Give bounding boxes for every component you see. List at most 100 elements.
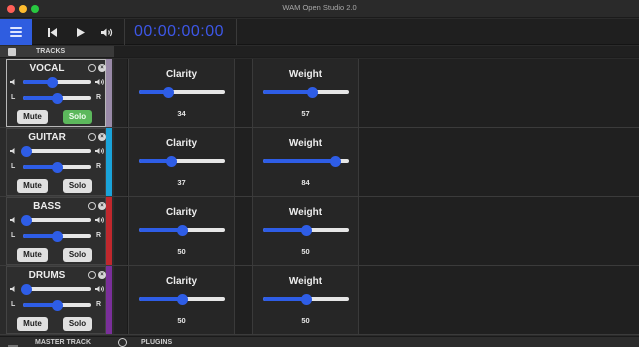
track-control-panel[interactable]: BASS × L R Mute Solo xyxy=(6,197,106,265)
pan-right-label: R xyxy=(96,94,102,101)
plugin-icon[interactable] xyxy=(118,338,127,347)
solo-button[interactable]: Solo xyxy=(63,248,92,262)
skip-back-button[interactable] xyxy=(42,19,62,45)
volume-high-icon xyxy=(95,148,104,154)
mixer-icon[interactable] xyxy=(8,339,18,347)
pan-slider[interactable] xyxy=(23,300,91,311)
plugin-param-card: Clarity 50 xyxy=(128,266,235,334)
plugin-param-value: 50 xyxy=(177,316,186,325)
plugins-tab[interactable]: PLUGINS xyxy=(141,339,172,346)
volume-low-icon xyxy=(10,79,15,85)
track-control-panel[interactable]: VOCAL × L R Mute Solo xyxy=(6,59,106,127)
plugin-lane: Clarity 50 Weight 50 xyxy=(114,197,639,265)
plugin-param-name: Weight xyxy=(288,207,323,218)
track-name: VOCAL xyxy=(29,63,65,74)
pan-right-label: R xyxy=(96,232,102,239)
row-divider xyxy=(0,334,639,335)
close-icon[interactable]: × xyxy=(98,133,106,141)
volume-slider[interactable] xyxy=(21,215,91,226)
speaker-icon xyxy=(101,28,113,36)
pan-slider[interactable] xyxy=(23,231,91,242)
tracks-header-label: TRACKS xyxy=(36,48,66,55)
volume-high-icon xyxy=(95,217,104,223)
plugin-param-slider[interactable] xyxy=(263,294,349,305)
pan-left-label: L xyxy=(11,163,16,170)
gear-icon[interactable] xyxy=(88,271,96,279)
plugin-lane: Clarity 34 Weight 57 xyxy=(114,59,639,127)
tracks-header: TRACKS xyxy=(0,46,114,58)
transport-toolbar: 00:00:00:00 xyxy=(0,19,639,45)
plugin-param-card: Clarity 50 xyxy=(128,197,235,265)
volume-slider[interactable] xyxy=(23,77,91,88)
menu-button[interactable] xyxy=(0,19,32,45)
pan-slider[interactable] xyxy=(23,162,91,173)
plugin-param-name: Clarity xyxy=(165,276,198,287)
plugin-param-slider[interactable] xyxy=(139,225,225,236)
plugin-param-slider[interactable] xyxy=(139,156,225,167)
volume-low-icon xyxy=(10,148,15,154)
plugin-param-name: Clarity xyxy=(165,138,198,149)
track-row: GUITAR × L R Mute Solo Clarity 37 Weight… xyxy=(0,128,639,197)
plugin-param-value: 50 xyxy=(301,316,310,325)
volume-slider[interactable] xyxy=(21,146,91,157)
plugin-param-name: Clarity xyxy=(165,207,198,218)
close-icon[interactable]: × xyxy=(98,271,106,279)
plugin-param-slider[interactable] xyxy=(263,87,349,98)
plugin-param-card: Weight 50 xyxy=(252,197,359,265)
plugin-param-slider[interactable] xyxy=(263,156,349,167)
track-color-strip xyxy=(106,197,112,265)
track-row: DRUMS × L R Mute Solo Clarity 50 Weight … xyxy=(0,266,639,335)
plugin-param-name: Weight xyxy=(288,276,323,287)
plugin-param-card: Clarity 37 xyxy=(128,128,235,196)
plugin-param-value: 50 xyxy=(177,247,186,256)
plugin-param-card: Weight 50 xyxy=(252,266,359,334)
gear-icon[interactable] xyxy=(88,64,96,72)
volume-button[interactable] xyxy=(96,19,118,45)
close-icon[interactable]: × xyxy=(98,202,106,210)
plugin-lane: Clarity 37 Weight 84 xyxy=(114,128,639,196)
gear-icon[interactable] xyxy=(88,133,96,141)
plugin-param-name: Weight xyxy=(288,69,323,80)
plugin-param-name: Weight xyxy=(288,138,323,149)
mute-button[interactable]: Mute xyxy=(17,248,48,262)
track-color-strip xyxy=(106,266,112,334)
pan-slider[interactable] xyxy=(23,93,91,104)
volume-slider[interactable] xyxy=(21,284,91,295)
master-track-tab[interactable]: MASTER TRACK xyxy=(35,339,91,346)
mute-button[interactable]: Mute xyxy=(17,179,48,193)
track-name: GUITAR xyxy=(28,132,66,143)
solo-button[interactable]: Solo xyxy=(63,179,92,193)
plugin-param-value: 37 xyxy=(177,178,186,187)
gear-icon[interactable] xyxy=(88,202,96,210)
plugin-param-value: 50 xyxy=(301,247,310,256)
tracks-icon[interactable] xyxy=(8,48,16,56)
bottom-bar: MASTER TRACK PLUGINS xyxy=(0,336,639,347)
plugin-param-card: Clarity 34 xyxy=(128,59,235,127)
track-row: VOCAL × L R Mute Solo Clarity 34 Weight … xyxy=(0,59,639,128)
solo-button[interactable]: Solo xyxy=(63,317,92,331)
plugin-param-card: Weight 57 xyxy=(252,59,359,127)
plugin-param-slider[interactable] xyxy=(139,294,225,305)
track-control-panel[interactable]: GUITAR × L R Mute Solo xyxy=(6,128,106,196)
volume-high-icon xyxy=(95,79,104,85)
window-title: WAM Open Studio 2.0 xyxy=(282,3,357,12)
lane-gutter xyxy=(114,59,128,127)
solo-button[interactable]: Solo xyxy=(63,110,92,124)
plugin-param-slider[interactable] xyxy=(263,225,349,236)
plugin-param-value: 34 xyxy=(177,109,186,118)
lane-gutter xyxy=(114,128,128,196)
mute-button[interactable]: Mute xyxy=(17,317,48,331)
plugin-param-slider[interactable] xyxy=(139,87,225,98)
plugin-param-value: 57 xyxy=(301,109,310,118)
plugin-lane: Clarity 50 Weight 50 xyxy=(114,266,639,334)
volume-low-icon xyxy=(10,217,15,223)
track-name: DRUMS xyxy=(28,270,66,281)
plugin-param-value: 84 xyxy=(301,178,310,187)
play-button[interactable] xyxy=(70,19,90,45)
pan-left-label: L xyxy=(11,94,16,101)
title-bar: WAM Open Studio 2.0 xyxy=(0,0,639,18)
mute-button[interactable]: Mute xyxy=(17,110,48,124)
pan-right-label: R xyxy=(96,163,102,170)
close-icon[interactable]: × xyxy=(98,64,106,72)
track-control-panel[interactable]: DRUMS × L R Mute Solo xyxy=(6,266,106,334)
